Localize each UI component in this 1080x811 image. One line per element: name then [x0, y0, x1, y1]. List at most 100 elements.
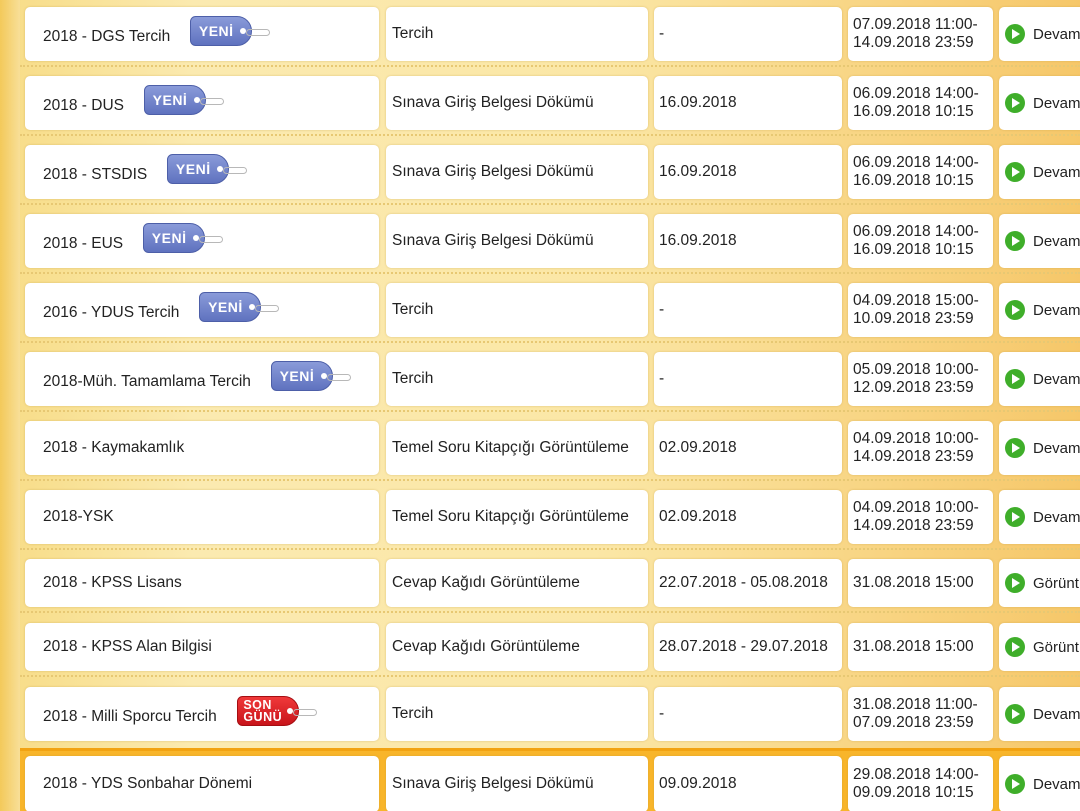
play-icon — [1005, 507, 1025, 527]
table-row-highlighted: 2018 - YDS Sonbahar Dönemi Sınava Giriş … — [20, 748, 1080, 811]
period-cell: 05.09.2018 10:00- 12.09.2018 23:59 — [848, 352, 993, 406]
continue-button[interactable]: Devam — [999, 76, 1080, 130]
exam-name: 2018 - Milli Sporcu Tercih — [43, 708, 217, 725]
period-start: 31.08.2018 11:00- — [853, 696, 978, 713]
exam-name-cell: 2018 - Milli Sporcu Tercih SON GÜNÜ — [25, 687, 379, 741]
exam-name-cell: 2018 - DUS YENİ — [25, 76, 379, 130]
period-cell: 06.09.2018 14:00- 16.09.2018 10:15 — [848, 214, 993, 268]
table-row: 2018-Müh. Tamamlama Tercih YENİ Tercih -… — [20, 352, 1080, 412]
period-end: 16.09.2018 10:15 — [853, 241, 974, 258]
continue-button[interactable]: Devam — [999, 756, 1080, 811]
exam-date-cell: - — [654, 687, 842, 741]
operation-cell: Sınava Giriş Belgesi Dökümü — [386, 76, 648, 130]
exam-name: 2018-YSK — [43, 508, 114, 525]
play-icon — [1005, 438, 1025, 458]
operation-cell: Tercih — [386, 352, 648, 406]
period-cell: 06.09.2018 14:00- 16.09.2018 10:15 — [848, 145, 993, 199]
operation-cell: Cevap Kağıdı Görüntüleme — [386, 623, 648, 671]
view-button[interactable]: Görünt — [999, 623, 1080, 671]
continue-button[interactable]: Devam — [999, 7, 1080, 61]
view-button[interactable]: Görünt — [999, 559, 1080, 607]
continue-button[interactable]: Devam — [999, 352, 1080, 406]
operation-cell: Tercih — [386, 283, 648, 337]
period-start: 29.08.2018 14:00- — [853, 766, 979, 783]
table-row: 2016 - YDUS Tercih YENİ Tercih - 04.09.2… — [20, 283, 1080, 343]
continue-button[interactable]: Devam — [999, 214, 1080, 268]
table-row: 2018 - Kaymakamlık Temel Soru Kitapçığı … — [20, 421, 1080, 481]
period-start: 04.09.2018 10:00- — [853, 499, 979, 516]
exam-date-cell: 16.09.2018 — [654, 214, 842, 268]
exam-name: 2018 - DUS — [43, 97, 124, 114]
period-end: 16.09.2018 10:15 — [853, 103, 974, 120]
exam-name: 2018 - YDS Sonbahar Dönemi — [43, 775, 253, 792]
operation-cell: Tercih — [386, 7, 648, 61]
period-cell: 04.09.2018 15:00- 10.09.2018 23:59 — [848, 283, 993, 337]
exam-name: 2018 - EUS — [43, 235, 124, 252]
exam-name: 2018 - DGS Tercih — [43, 28, 171, 45]
continue-button[interactable]: Devam — [999, 145, 1080, 199]
play-icon — [1005, 774, 1025, 794]
period-end: 09.09.2018 10:15 — [853, 784, 974, 801]
exam-name: 2016 - YDUS Tercih — [43, 304, 180, 321]
exam-date-cell: 16.09.2018 — [654, 76, 842, 130]
operation-cell: Tercih — [386, 687, 648, 741]
new-badge: YENİ — [143, 223, 224, 253]
exam-date-cell: - — [654, 283, 842, 337]
exam-date-cell: 28.07.2018 - 29.07.2018 — [654, 623, 842, 671]
period-end: 16.09.2018 10:15 — [853, 172, 974, 189]
table-row: 2018 - STSDIS YENİ Sınava Giriş Belgesi … — [20, 145, 1080, 205]
play-icon — [1005, 637, 1025, 657]
new-badge: YENİ — [199, 292, 280, 322]
continue-button[interactable]: Devam — [999, 490, 1080, 544]
period-start: 06.09.2018 14:00- — [853, 85, 979, 102]
period-start: 07.09.2018 11:00- — [853, 16, 978, 33]
period-end: 14.09.2018 23:59 — [853, 517, 974, 534]
new-badge: YENİ — [270, 361, 351, 391]
play-icon — [1005, 704, 1025, 724]
table-row: 2018 - EUS YENİ Sınava Giriş Belgesi Dök… — [20, 214, 1080, 274]
period-end: 10.09.2018 23:59 — [853, 310, 974, 327]
period-cell: 06.09.2018 14:00- 16.09.2018 10:15 — [848, 76, 993, 130]
exam-name-cell: 2018 - Kaymakamlık — [25, 421, 379, 475]
play-icon — [1005, 369, 1025, 389]
left-edge — [0, 0, 20, 811]
exam-name: 2018 - Kaymakamlık — [43, 439, 185, 456]
period-cell: 04.09.2018 10:00- 14.09.2018 23:59 — [848, 421, 993, 475]
play-icon — [1005, 24, 1025, 44]
exam-date-cell: - — [654, 352, 842, 406]
period-start: 05.09.2018 10:00- — [853, 361, 979, 378]
continue-button[interactable]: Devam — [999, 687, 1080, 741]
period-end: 14.09.2018 23:59 — [853, 448, 974, 465]
new-badge: YENİ — [190, 16, 271, 46]
exam-name-cell: 2016 - YDUS Tercih YENİ — [25, 283, 379, 337]
operation-cell: Sınava Giriş Belgesi Dökümü — [386, 145, 648, 199]
exam-date-cell: 09.09.2018 — [654, 756, 842, 811]
continue-button[interactable]: Devam — [999, 421, 1080, 475]
period-cell: 31.08.2018 11:00- 07.09.2018 23:59 — [848, 687, 993, 741]
exam-name: 2018-Müh. Tamamlama Tercih — [43, 373, 251, 390]
new-badge: YENİ — [143, 85, 224, 115]
exam-name-cell: 2018 - YDS Sonbahar Dönemi — [25, 756, 379, 811]
operation-cell: Sınava Giriş Belgesi Dökümü — [386, 214, 648, 268]
period-start: 06.09.2018 14:00- — [853, 223, 979, 240]
operation-cell: Temel Soru Kitapçığı Görüntüleme — [386, 490, 648, 544]
table-row: 2018 - DGS Tercih YENİ Tercih - 07.09.20… — [20, 7, 1080, 67]
operation-cell: Temel Soru Kitapçığı Görüntüleme — [386, 421, 648, 475]
period-start: 06.09.2018 14:00- — [853, 154, 979, 171]
period-start: 31.08.2018 15:00 — [853, 638, 974, 655]
period-start: 04.09.2018 15:00- — [853, 292, 979, 309]
exam-name-cell: 2018 - STSDIS YENİ — [25, 145, 379, 199]
period-end: 14.09.2018 23:59 — [853, 34, 974, 51]
period-start: 31.08.2018 15:00 — [853, 574, 974, 591]
play-icon — [1005, 300, 1025, 320]
operation-cell: Cevap Kağıdı Görüntüleme — [386, 559, 648, 607]
exam-name: 2018 - KPSS Alan Bilgisi — [43, 638, 212, 655]
exam-table: 2018 - DGS Tercih YENİ Tercih - 07.09.20… — [20, 0, 1080, 811]
period-cell: 31.08.2018 15:00 — [848, 623, 993, 671]
continue-button[interactable]: Devam — [999, 283, 1080, 337]
period-end: 12.09.2018 23:59 — [853, 379, 974, 396]
exam-name-cell: 2018 - KPSS Alan Bilgisi — [25, 623, 379, 671]
period-start: 04.09.2018 10:00- — [853, 430, 979, 447]
exam-date-cell: 02.09.2018 — [654, 490, 842, 544]
period-cell: 31.08.2018 15:00 — [848, 559, 993, 607]
